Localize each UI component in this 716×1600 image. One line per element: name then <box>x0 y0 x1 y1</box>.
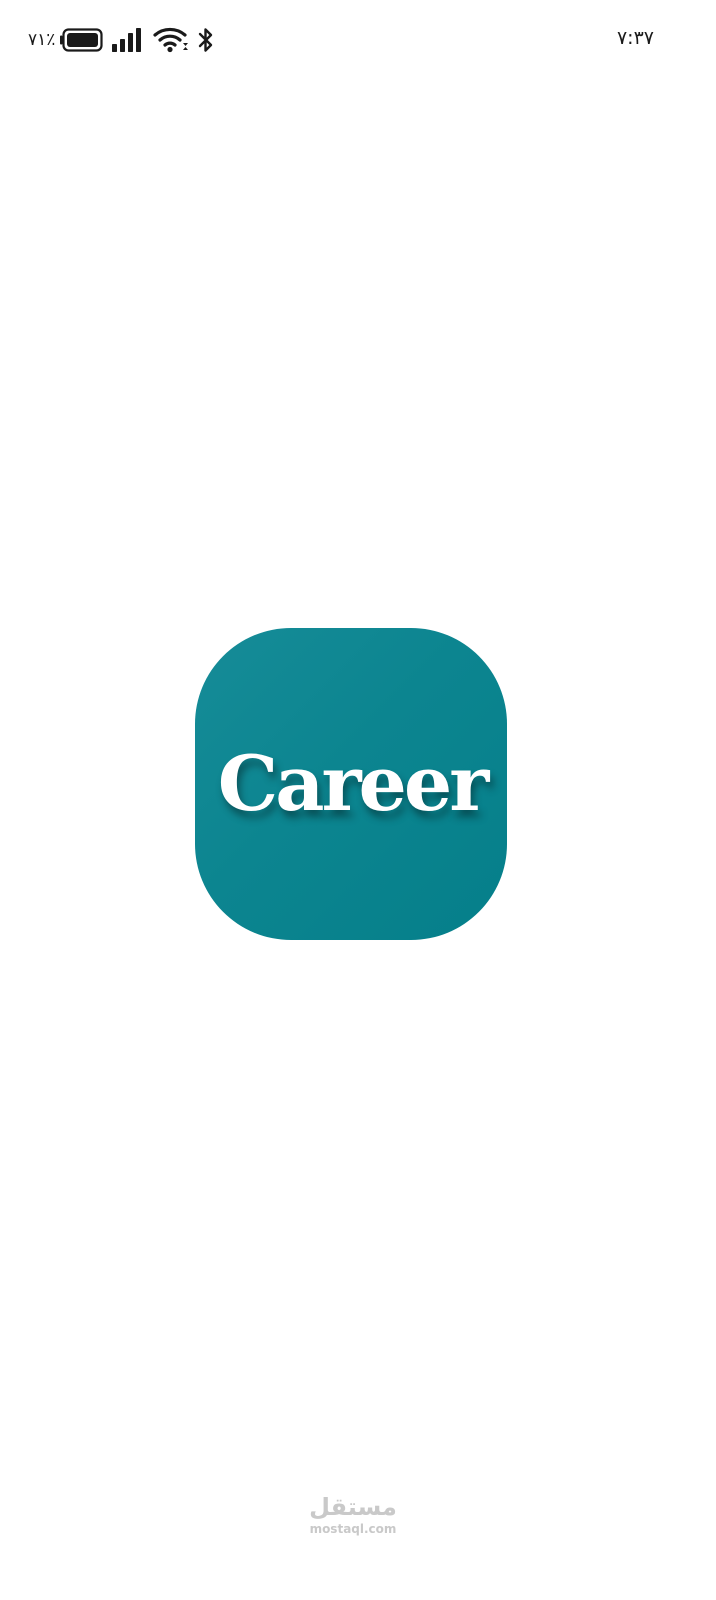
app-logo: Career <box>195 628 507 940</box>
watermark: مستقل mostaql.com <box>298 1492 408 1536</box>
wifi-icon <box>153 27 189 53</box>
bluetooth-icon <box>199 28 213 52</box>
status-indicators: ٧١٪ <box>28 26 215 54</box>
battery-icon <box>60 28 104 52</box>
battery-percent: ٧١٪ <box>28 30 56 50</box>
watermark-latin: mostaql.com <box>309 1522 397 1536</box>
app-logo-text: Career <box>217 738 490 828</box>
watermark-arabic: مستقل <box>309 1493 397 1521</box>
signal-icon <box>112 28 142 52</box>
status-bar: ٧١٪ ٧:٣٧ <box>0 0 716 80</box>
status-clock: ٧:٣٧ <box>616 27 654 49</box>
